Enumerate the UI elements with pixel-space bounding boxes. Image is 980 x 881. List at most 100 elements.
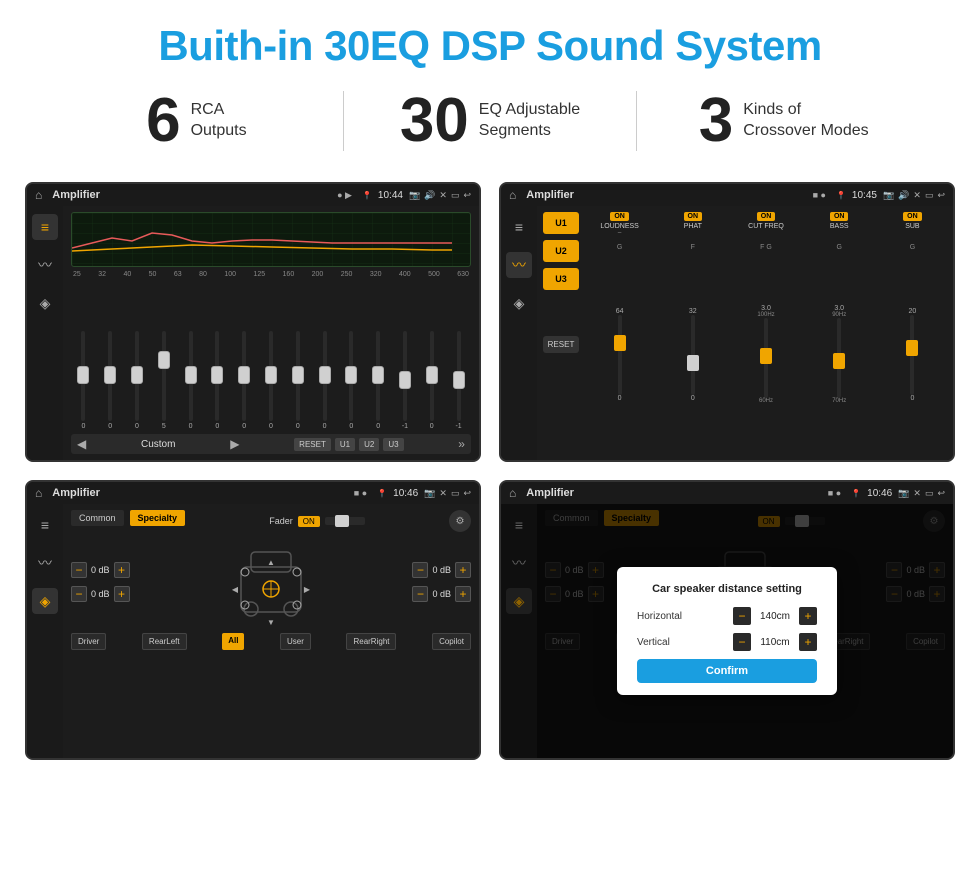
horizontal-minus-btn[interactable]: − bbox=[733, 607, 751, 625]
cross-control-area: ON LOUDNESS ~ ON PHAT ON CUT FREQ bbox=[585, 212, 947, 454]
back-icon-1[interactable]: ↩ bbox=[463, 190, 471, 201]
volume-icon-2: 🔊 bbox=[898, 190, 909, 201]
all-btn-3[interactable]: All bbox=[222, 633, 244, 650]
col-loudness: ON LOUDNESS ~ bbox=[585, 212, 654, 238]
phat-label: PHAT bbox=[684, 223, 702, 230]
eq-icon-2[interactable]: ≡ bbox=[506, 214, 532, 240]
rect-icon-2: ▭ bbox=[925, 190, 934, 201]
stat-crossover: 3 Kinds of Crossover Modes bbox=[647, 90, 920, 152]
eq-icon[interactable]: ≡ bbox=[32, 214, 58, 240]
status-bar-1: ⌂ Amplifier ● ▶ 📍 10:44 📷 🔊 ✕ ▭ ↩ bbox=[27, 184, 479, 206]
x-icon-2: ✕ bbox=[913, 190, 921, 201]
svg-text:◀: ◀ bbox=[232, 585, 239, 594]
eq-prev-button[interactable]: ◀ bbox=[77, 437, 86, 451]
user-btn-3[interactable]: User bbox=[280, 633, 311, 650]
phat-on[interactable]: ON bbox=[684, 212, 703, 221]
wave-icon[interactable]: 〰 bbox=[32, 252, 58, 278]
fader-thumb[interactable] bbox=[335, 515, 349, 527]
db-minus-fl[interactable]: − bbox=[71, 562, 87, 578]
driver-btn-3[interactable]: Driver bbox=[71, 633, 106, 650]
u2-button-1[interactable]: U2 bbox=[359, 438, 379, 451]
db-minus-rr[interactable]: − bbox=[412, 586, 428, 602]
eq-next-button[interactable]: ▶ bbox=[230, 437, 239, 451]
slider-sub: 20 0 bbox=[878, 308, 947, 402]
home-icon[interactable]: ⌂ bbox=[35, 188, 42, 202]
loudness-curves: ~ bbox=[618, 230, 622, 238]
eq-slider-2: 0 bbox=[125, 331, 150, 430]
fader-on-badge[interactable]: ON bbox=[298, 516, 320, 527]
camera-icon-3: 📷 bbox=[424, 488, 435, 499]
screen3-time: 10:46 bbox=[393, 488, 418, 499]
speaker-icon-3[interactable]: ◈ bbox=[32, 588, 58, 614]
db-plus-rr[interactable]: + bbox=[455, 586, 471, 602]
bass-label: BASS bbox=[830, 223, 849, 230]
db-plus-fr[interactable]: + bbox=[455, 562, 471, 578]
db-row-fl: − 0 dB + bbox=[71, 562, 130, 578]
copilot-btn-3[interactable]: Copilot bbox=[432, 633, 471, 650]
u1-channel-btn[interactable]: U1 bbox=[543, 212, 579, 234]
svg-text:▲: ▲ bbox=[267, 558, 275, 567]
status-icons-2: 📷 🔊 ✕ ▭ ↩ bbox=[883, 190, 945, 201]
sub-on[interactable]: ON bbox=[903, 212, 922, 221]
screen1-body: ≡ 〰 ◈ bbox=[27, 206, 479, 460]
confirm-button[interactable]: Confirm bbox=[637, 659, 817, 683]
eq-slider-8: 0 bbox=[285, 331, 310, 430]
horizontal-plus-btn[interactable]: + bbox=[799, 607, 817, 625]
slider-loudness: 64 0 bbox=[585, 308, 654, 402]
loudness-on[interactable]: ON bbox=[610, 212, 629, 221]
cutfreq-label: CUT FREQ bbox=[748, 223, 784, 230]
eq-slider-5: 0 bbox=[205, 331, 230, 430]
eq-expand-button[interactable]: » bbox=[458, 437, 465, 451]
db-plus-rl[interactable]: + bbox=[114, 586, 130, 602]
db-minus-fr[interactable]: − bbox=[412, 562, 428, 578]
speaker-icon[interactable]: ◈ bbox=[32, 290, 58, 316]
db-minus-rl[interactable]: − bbox=[71, 586, 87, 602]
wave-icon-3[interactable]: 〰 bbox=[32, 550, 58, 576]
eq-icon-3[interactable]: ≡ bbox=[32, 512, 58, 538]
home-icon-4[interactable]: ⌂ bbox=[509, 486, 516, 500]
stat-number-30: 30 bbox=[400, 90, 469, 152]
eq-nav-bar: ◀ Custom ▶ RESET U1 U2 U3 » bbox=[71, 434, 471, 454]
u3-channel-btn[interactable]: U3 bbox=[543, 268, 579, 290]
eq-slider-0: 0 bbox=[71, 331, 96, 430]
fader-slider-h[interactable] bbox=[325, 517, 365, 525]
tab-specialty-3[interactable]: Specialty bbox=[130, 510, 186, 526]
speaker-icon-2[interactable]: ◈ bbox=[506, 290, 532, 316]
gf-2: F bbox=[658, 244, 727, 251]
car-layout: − 0 dB + − 0 dB + bbox=[71, 537, 471, 627]
stat-divider-2 bbox=[636, 91, 637, 151]
vertical-plus-btn[interactable]: + bbox=[799, 633, 817, 651]
back-icon-3[interactable]: ↩ bbox=[463, 488, 471, 499]
vertical-controls: − 110cm + bbox=[733, 633, 817, 651]
eq-main: 2532405063 80100125160200 25032040050063… bbox=[63, 206, 479, 460]
status-bar-3: ⌂ Amplifier ■ ● 📍 10:46 📷 ✕ ▭ ↩ bbox=[27, 482, 479, 504]
home-icon-3[interactable]: ⌂ bbox=[35, 486, 42, 500]
u3-button-1[interactable]: U3 bbox=[383, 438, 403, 451]
reset-button-2[interactable]: RESET bbox=[543, 336, 579, 353]
u2-channel-btn[interactable]: U2 bbox=[543, 240, 579, 262]
back-icon-2[interactable]: ↩ bbox=[937, 190, 945, 201]
db-row-rr: − 0 dB + bbox=[412, 586, 471, 602]
stat-rca: 6 RCA Outputs bbox=[60, 90, 333, 152]
rearright-btn-3[interactable]: RearRight bbox=[346, 633, 396, 650]
gf-1: G bbox=[585, 244, 654, 251]
settings-icon-3[interactable]: ⚙ bbox=[449, 510, 471, 532]
reset-button-1[interactable]: RESET bbox=[294, 438, 331, 451]
rearleft-btn-3[interactable]: RearLeft bbox=[142, 633, 187, 650]
vertical-label: Vertical bbox=[637, 637, 670, 648]
location-icon-1: 📍 bbox=[362, 191, 372, 200]
wave-icon-2[interactable]: 〰 bbox=[506, 252, 532, 278]
home-icon-2[interactable]: ⌂ bbox=[509, 188, 516, 202]
tab-common-3[interactable]: Common bbox=[71, 510, 124, 526]
vertical-minus-btn[interactable]: − bbox=[733, 633, 751, 651]
eq-curve-svg bbox=[72, 213, 470, 267]
bass-on[interactable]: ON bbox=[830, 212, 849, 221]
db-plus-fl[interactable]: + bbox=[114, 562, 130, 578]
status-bar-4: ⌂ Amplifier ■ ● 📍 10:46 📷 ✕ ▭ ↩ bbox=[501, 482, 953, 504]
u1-button-1[interactable]: U1 bbox=[335, 438, 355, 451]
status-icons-3: 📷 ✕ ▭ ↩ bbox=[424, 488, 471, 499]
cutfreq-on[interactable]: ON bbox=[757, 212, 776, 221]
on-badges-row: ON LOUDNESS ~ ON PHAT ON CUT FREQ bbox=[585, 212, 947, 238]
loudness-label: LOUDNESS bbox=[600, 223, 639, 230]
back-icon-4[interactable]: ↩ bbox=[937, 488, 945, 499]
